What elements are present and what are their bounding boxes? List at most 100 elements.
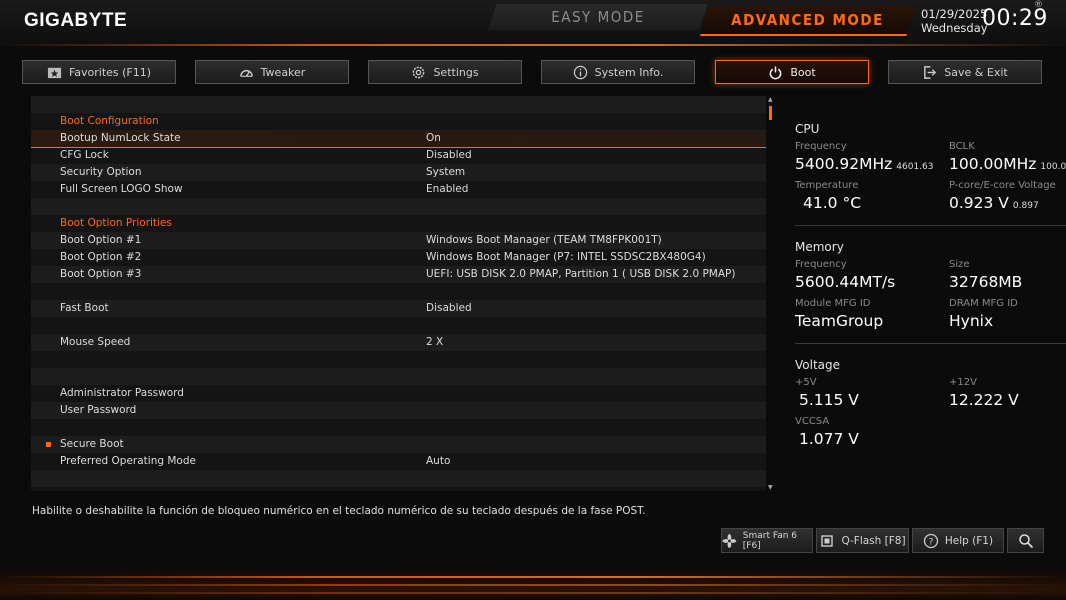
star-folder-icon	[47, 67, 62, 78]
tab-label: System Info.	[594, 65, 664, 79]
tab-label: Tweaker	[260, 65, 306, 79]
setting-label: Administrator Password	[60, 387, 184, 399]
section-header-boot-config: Boot Configuration	[31, 113, 766, 130]
tab-system-info[interactable]: System Info.	[541, 60, 695, 84]
date-text: 01/29/2025	[921, 7, 988, 21]
search-icon	[1018, 533, 1033, 548]
tab-label: Boot	[790, 65, 816, 79]
cpu-title: CPU	[795, 122, 820, 136]
cpu-temp-label: Temperature	[795, 180, 859, 191]
setting-mouse-speed[interactable]: Mouse Speed 2 X	[31, 334, 766, 351]
qflash-label: Q-Flash [F8]	[841, 534, 906, 547]
settings-list: Boot Configuration Bootup NumLock State …	[31, 96, 766, 491]
fan-icon	[722, 533, 737, 548]
help-button[interactable]: ? Help (F1)	[912, 528, 1004, 553]
setting-value[interactable]: Windows Boot Manager (TEAM TM8FPK001T)	[426, 232, 662, 249]
speedometer-icon	[239, 69, 253, 77]
setting-value[interactable]: 2 X	[426, 334, 443, 351]
gear-icon	[413, 66, 425, 78]
setting-admin-password[interactable]: Administrator Password	[31, 385, 766, 402]
bclk: 100.00MHz	[949, 155, 1037, 173]
power-icon	[769, 65, 782, 79]
v5-label: +5V	[795, 377, 817, 388]
qflash-button[interactable]: Q-Flash [F8]	[816, 528, 909, 553]
blank-row	[31, 283, 766, 300]
cpu-voltage: 0.923 V	[949, 194, 1009, 212]
help-description: Habilite o deshabilite la función de blo…	[32, 505, 646, 517]
section-title: Boot Configuration	[60, 115, 159, 127]
scroll-down-arrow-icon[interactable]: ▼	[768, 484, 773, 491]
setting-fast-boot[interactable]: Fast Boot Disabled	[31, 300, 766, 317]
orange-streak	[0, 584, 1066, 586]
scrollbar-thumb[interactable]	[769, 106, 772, 120]
memory-title: Memory	[795, 240, 844, 254]
setting-label: Preferred Operating Mode	[60, 455, 196, 467]
tab-settings[interactable]: Settings	[368, 60, 522, 84]
tab-boot[interactable]: Boot	[715, 60, 869, 84]
smart-fan-button[interactable]: Smart Fan 6 [F6]	[721, 528, 813, 553]
setting-label: Boot Option #2	[60, 251, 142, 263]
bottom-decoration	[0, 566, 1066, 600]
setting-bootup-numlock[interactable]: Bootup NumLock State On	[31, 130, 766, 148]
help-icon: ?	[923, 533, 939, 548]
cpu-frequency-label: Frequency	[795, 141, 847, 152]
tab-tweaker[interactable]: Tweaker	[195, 60, 349, 84]
setting-label: Mouse Speed	[60, 336, 131, 348]
blank-row	[31, 96, 766, 113]
setting-cfg-lock[interactable]: CFG Lock Disabled	[31, 147, 766, 164]
scroll-up-arrow-icon[interactable]: ▲	[768, 96, 773, 103]
setting-label: Bootup NumLock State	[60, 132, 181, 144]
voltage-title: Voltage	[795, 358, 841, 372]
setting-preferred-os-mode[interactable]: Preferred Operating Mode Auto	[31, 453, 766, 470]
setting-value[interactable]: On	[426, 130, 441, 147]
memory-size-label: Size	[949, 259, 970, 270]
cpu-voltage-label: P-core/E-core Voltage	[949, 180, 1056, 191]
setting-value[interactable]: Disabled	[426, 147, 472, 164]
setting-value[interactable]: System	[426, 164, 465, 181]
cpu-voltage-sub: 0.897	[1012, 201, 1039, 211]
setting-value[interactable]: Auto	[426, 453, 450, 470]
exit-icon	[924, 65, 937, 79]
setting-user-password[interactable]: User Password	[31, 402, 766, 419]
cpu-frequency-sub: 4601.63	[896, 162, 934, 172]
vccsa-value: 1.077 V	[799, 430, 859, 448]
setting-label: Secure Boot	[60, 438, 124, 450]
blank-row	[31, 351, 766, 368]
setting-logo-show[interactable]: Full Screen LOGO Show Enabled	[31, 181, 766, 198]
setting-boot-option-3[interactable]: Boot Option #3 UEFI: USB DISK 2.0 PMAP, …	[31, 266, 766, 283]
info-icon	[573, 65, 587, 79]
setting-security-option[interactable]: Security Option System	[31, 164, 766, 181]
cpu-temp-value: 41.0 °C	[803, 194, 862, 212]
setting-secure-boot[interactable]: Secure Boot	[31, 436, 766, 453]
setting-value[interactable]: Windows Boot Manager (P7: INTEL SSDSC2BX…	[426, 249, 706, 266]
setting-label: Boot Option #1	[60, 234, 142, 246]
cpu-voltage-value: 0.923 V 0.897	[949, 194, 1039, 212]
search-button[interactable]	[1007, 528, 1044, 553]
module-mfg-label: Module MFG ID	[795, 298, 871, 309]
tab-favorites[interactable]: Favorites (F11)	[22, 60, 176, 84]
setting-boot-option-1[interactable]: Boot Option #1 Windows Boot Manager (TEA…	[31, 232, 766, 249]
bclk-label: BCLK	[949, 141, 975, 152]
setting-boot-option-2[interactable]: Boot Option #2 Windows Boot Manager (P7:…	[31, 249, 766, 266]
easy-mode-button[interactable]: EASY MODE	[488, 4, 708, 30]
dram-mfg-label: DRAM MFG ID	[949, 298, 1018, 309]
memory-frequency-label: Frequency	[795, 259, 847, 270]
v5-value: 5.115 V	[799, 391, 859, 409]
orange-streak	[0, 592, 1066, 594]
bclk-value: 100.00MHz100.00	[949, 155, 1066, 173]
setting-value[interactable]: UEFI: USB DISK 2.0 PMAP, Partition 1 ( U…	[426, 266, 735, 283]
section-title: Boot Option Priorities	[60, 217, 172, 229]
vccsa-label: VCCSA	[795, 416, 830, 427]
orange-streak	[0, 44, 1066, 46]
advanced-mode-button[interactable]: ADVANCED MODE	[700, 6, 915, 36]
divider	[795, 225, 1066, 226]
setting-value[interactable]: Disabled	[426, 300, 472, 317]
brand-logo: GIGABYTE	[24, 10, 128, 31]
dram-mfg-value: Hynix	[949, 312, 994, 330]
scrollbar[interactable]: ▲ ▼	[767, 96, 774, 491]
weekday-text: Wednesday	[921, 21, 988, 35]
tab-save-exit[interactable]: Save & Exit	[888, 60, 1042, 84]
setting-value[interactable]: Enabled	[426, 181, 468, 198]
setting-label: Boot Option #3	[60, 268, 142, 280]
submenu-bullet-icon	[46, 442, 51, 447]
